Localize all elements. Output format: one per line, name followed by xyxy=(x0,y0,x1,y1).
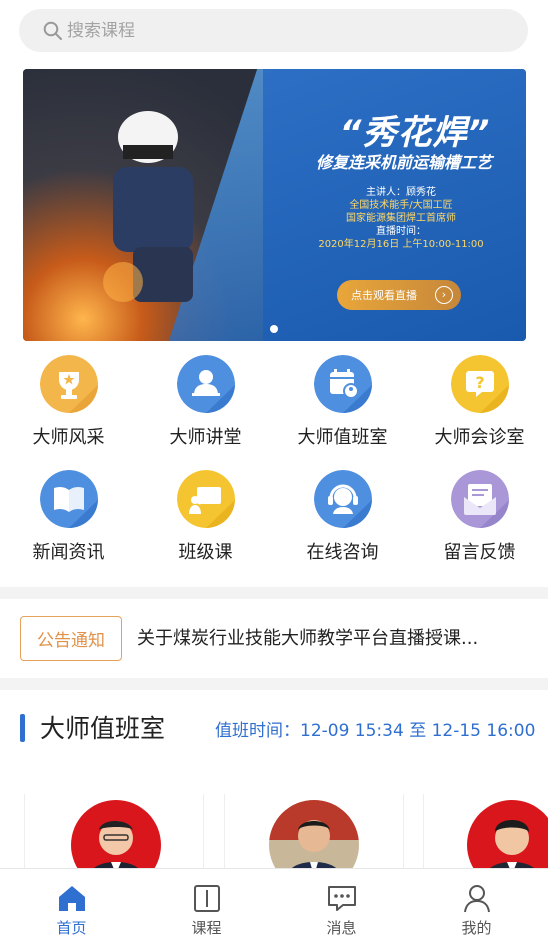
chevron-right-icon: › xyxy=(435,286,453,304)
grid-item-label: 新闻资讯 xyxy=(32,542,105,563)
grid-item-consult-room[interactable]: ? 大师会诊室 xyxy=(411,355,548,455)
grid-item-label: 大师会诊室 xyxy=(434,427,525,448)
tab-messages[interactable]: 消息 xyxy=(273,869,410,941)
grid-item-class[interactable]: 班级课 xyxy=(137,470,274,570)
section-divider xyxy=(0,587,548,599)
calendar-user-icon xyxy=(313,355,372,413)
banner-info: 主讲人：顾秀花 全国技术能手/大国工匠 国家能源集团焊工首席师 直播时间： 20… xyxy=(306,186,496,251)
book-icon xyxy=(39,470,98,528)
grid-item-label: 班级课 xyxy=(178,542,233,563)
trophy-icon xyxy=(39,355,98,413)
tab-label: 我的 xyxy=(461,919,492,937)
section-divider xyxy=(0,678,548,690)
banner-time-label: 直播时间： xyxy=(376,226,426,237)
welder-image xyxy=(103,111,193,302)
watch-live-button[interactable]: 点击观看直播 › xyxy=(337,280,461,310)
grid-item-feedback[interactable]: 留言反馈 xyxy=(411,470,548,570)
watch-live-label: 点击观看直播 xyxy=(351,289,417,302)
notice-tag: 公告通知 xyxy=(20,616,122,661)
profile-icon xyxy=(463,885,490,913)
grid-item-news[interactable]: 新闻资讯 xyxy=(0,470,137,570)
course-book-icon xyxy=(193,885,220,912)
question-icon: ? xyxy=(450,355,509,413)
section-accent-bar xyxy=(20,714,25,742)
svg-text:?: ? xyxy=(475,373,484,392)
grid-item-duty-room[interactable]: 大师值班室 xyxy=(274,355,411,455)
tab-label: 首页 xyxy=(56,919,87,937)
banner-line2: 国家能源集团焊工首席师 xyxy=(346,213,456,224)
banner-speaker: 主讲人：顾秀花 xyxy=(366,187,436,198)
notice-text[interactable]: 关于煤炭行业技能大师教学平台直播授课... xyxy=(137,624,527,650)
carousel-indicator[interactable] xyxy=(270,325,278,333)
grid-item-master-style[interactable]: 大师风采 xyxy=(0,355,137,455)
grid-item-label: 大师风采 xyxy=(32,427,105,448)
grid-item-online-consult[interactable]: 在线咨询 xyxy=(274,470,411,570)
bottom-tab-bar: 首页 课程 消息 我的 xyxy=(0,868,548,941)
tab-home[interactable]: 首页 xyxy=(3,869,140,941)
lecturer-icon xyxy=(176,355,235,413)
message-icon xyxy=(327,886,356,911)
search-input[interactable] xyxy=(67,20,487,41)
tab-label: 课程 xyxy=(191,919,222,937)
banner-subtitle: 修复连采机前运输槽工艺 xyxy=(315,153,492,172)
grid-item-label: 在线咨询 xyxy=(306,542,379,563)
tab-courses[interactable]: 课程 xyxy=(138,869,275,941)
banner-carousel[interactable]: “秀花焊” 修复连采机前运输槽工艺 主讲人：顾秀花 全国技术能手/大国工匠 国家… xyxy=(23,69,526,341)
tab-profile[interactable]: 我的 xyxy=(408,869,545,941)
banner-title: “秀花焊” xyxy=(339,113,491,153)
grid-item-label: 留言反馈 xyxy=(443,542,516,563)
classroom-icon xyxy=(176,470,235,528)
banner-time-value: 2020年12月16日 上午10:00-11:00 xyxy=(318,239,484,250)
grid-item-label: 大师讲堂 xyxy=(169,427,242,448)
search-icon xyxy=(43,21,62,40)
tab-label: 消息 xyxy=(326,919,357,937)
home-icon xyxy=(58,886,85,911)
grid-item-label: 大师值班室 xyxy=(297,427,388,448)
duty-time: 值班时间：12-09 15:34 至 12-15 16:00 xyxy=(215,721,536,741)
banner-line1: 全国技术能手/大国工匠 xyxy=(349,200,453,211)
headset-icon xyxy=(313,470,372,528)
mail-icon xyxy=(450,470,509,528)
grid-item-master-lecture[interactable]: 大师讲堂 xyxy=(137,355,274,455)
duty-section-title: 大师值班室 xyxy=(40,714,166,743)
search-bar[interactable] xyxy=(19,9,528,52)
